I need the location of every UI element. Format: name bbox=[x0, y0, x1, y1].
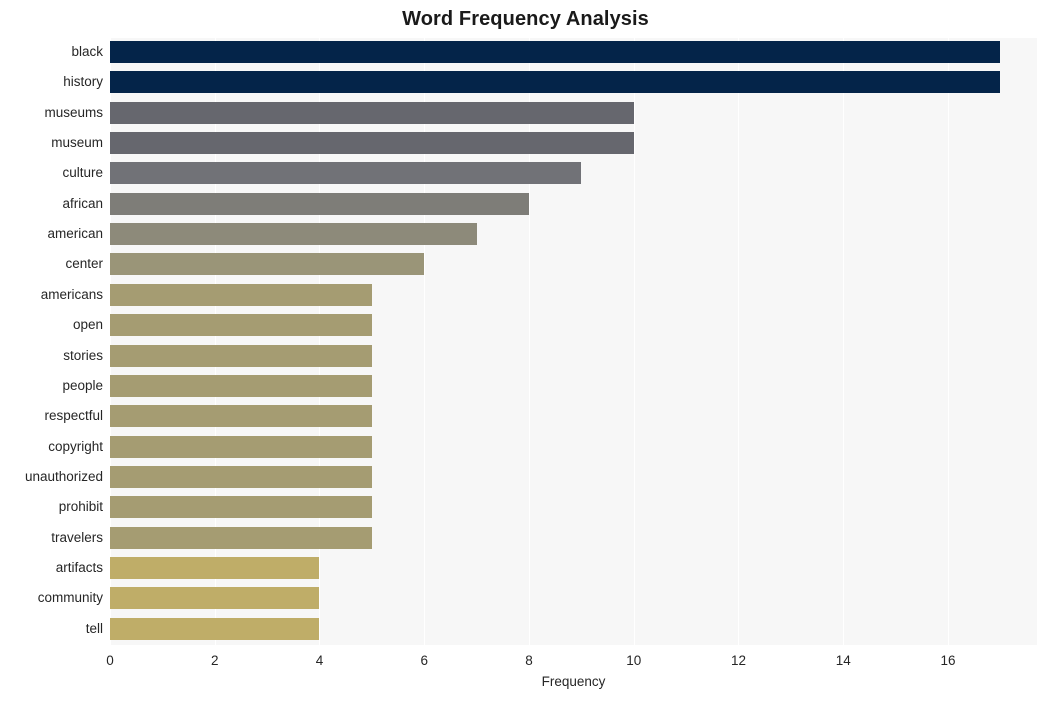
x-axis-ticks: 0 2 4 6 8 10 12 14 16 bbox=[106, 645, 1037, 675]
x-tick-label: 14 bbox=[835, 653, 851, 668]
plot-area bbox=[110, 38, 1037, 645]
y-tick-label: african bbox=[62, 195, 103, 211]
bar bbox=[110, 405, 372, 428]
bar bbox=[110, 101, 634, 124]
bar-row bbox=[110, 342, 1037, 371]
bar bbox=[110, 41, 1001, 63]
bar-row bbox=[110, 129, 1037, 158]
y-tick-label: museums bbox=[44, 104, 103, 120]
bar bbox=[110, 435, 372, 458]
bar-row bbox=[110, 99, 1037, 128]
bar-row bbox=[110, 372, 1037, 401]
y-tick-label: unauthorized bbox=[24, 468, 103, 484]
y-tick-label: copyright bbox=[48, 438, 103, 454]
bar-row bbox=[110, 615, 1037, 644]
y-tick-label: people bbox=[62, 377, 103, 393]
x-tick-label: 16 bbox=[940, 653, 956, 668]
bar-row bbox=[110, 190, 1037, 219]
bar-row bbox=[110, 433, 1037, 462]
bar-row bbox=[110, 220, 1037, 249]
y-tick-label: stories bbox=[63, 347, 103, 363]
x-tick-label: 0 bbox=[106, 653, 114, 668]
bar bbox=[110, 192, 529, 215]
bar bbox=[110, 344, 372, 367]
bar bbox=[110, 496, 372, 519]
x-tick-label: 2 bbox=[210, 653, 219, 668]
bar-row bbox=[110, 38, 1037, 67]
y-tick-label: center bbox=[65, 256, 103, 272]
y-tick-label: black bbox=[71, 44, 103, 59]
x-tick-label: 4 bbox=[315, 653, 324, 668]
bar-row bbox=[110, 281, 1037, 310]
bar-row bbox=[110, 159, 1037, 188]
x-tick-label: 10 bbox=[626, 653, 642, 668]
x-tick-label: 8 bbox=[525, 653, 533, 668]
word-frequency-chart: Word Frequency Analysis black history muse… bbox=[0, 0, 1051, 701]
y-tick-label: prohibit bbox=[58, 499, 103, 515]
bar-row bbox=[110, 493, 1037, 522]
bar bbox=[110, 526, 372, 549]
bar bbox=[110, 314, 372, 337]
x-tick-label: 12 bbox=[730, 653, 746, 668]
y-tick-label: americans bbox=[40, 286, 103, 302]
bar bbox=[110, 617, 320, 640]
bar bbox=[110, 556, 320, 579]
bar-row bbox=[110, 402, 1037, 431]
y-tick-label: respectful bbox=[44, 408, 103, 424]
y-tick-label: open bbox=[72, 317, 103, 333]
bar-row bbox=[110, 463, 1037, 492]
y-axis-labels: black history museums museum culture african a… bbox=[0, 38, 103, 645]
bar-row bbox=[110, 584, 1037, 613]
bar-row bbox=[110, 524, 1037, 553]
bar bbox=[110, 71, 1001, 94]
y-tick-label: artifacts bbox=[55, 559, 103, 575]
bar bbox=[110, 374, 372, 397]
y-tick-label: culture bbox=[62, 165, 103, 181]
y-tick-label: travelers bbox=[51, 529, 103, 545]
y-tick-label: tell bbox=[85, 620, 103, 636]
bar bbox=[110, 465, 372, 488]
bar-row bbox=[110, 554, 1037, 583]
x-axis-title: Frequency bbox=[541, 674, 606, 689]
y-tick-label: american bbox=[47, 226, 103, 242]
bar bbox=[110, 223, 477, 246]
bar bbox=[110, 162, 582, 185]
chart-title: Word Frequency Analysis bbox=[402, 8, 649, 30]
bar bbox=[110, 132, 634, 155]
y-tick-label: history bbox=[63, 74, 103, 90]
bar bbox=[110, 587, 320, 610]
y-tick-label: museum bbox=[51, 135, 103, 151]
bar-row bbox=[110, 311, 1037, 340]
y-tick-label: community bbox=[37, 590, 103, 606]
bar bbox=[110, 253, 425, 276]
bar bbox=[110, 283, 372, 306]
bar-row bbox=[110, 250, 1037, 279]
bar-row bbox=[110, 68, 1037, 97]
x-tick-label: 6 bbox=[420, 653, 428, 668]
